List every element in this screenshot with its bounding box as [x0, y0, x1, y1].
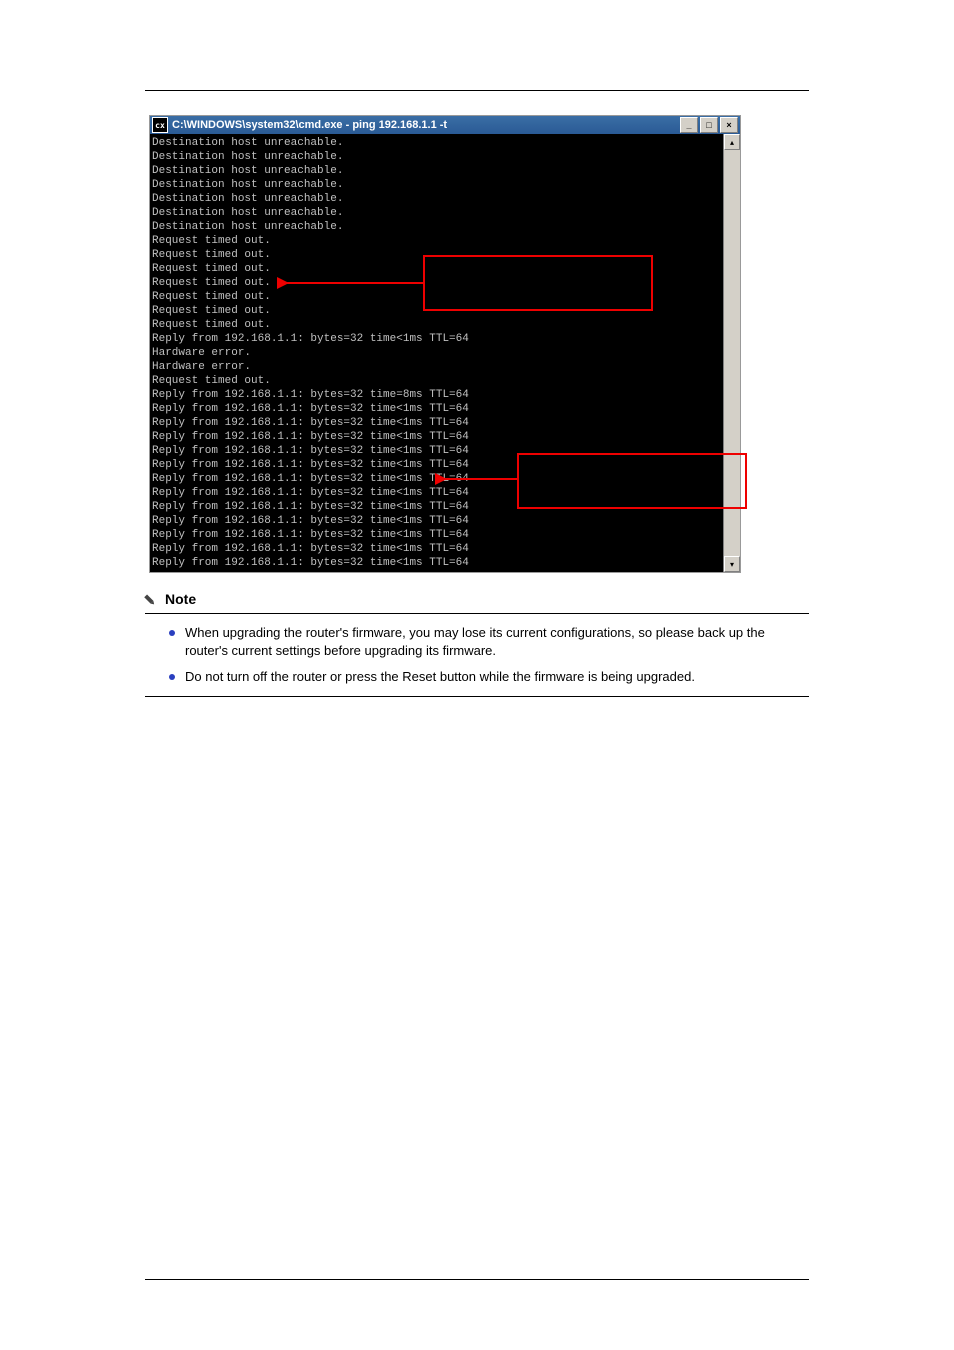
maximize-button[interactable]: □ — [700, 117, 718, 133]
pencil-icon — [142, 588, 162, 608]
window-title: C:\WINDOWS\system32\cmd.exe - ping 192.1… — [172, 119, 680, 131]
close-button[interactable]: × — [720, 117, 738, 133]
titlebar: cx C:\WINDOWS\system32\cmd.exe - ping 19… — [150, 116, 740, 134]
scroll-down-button[interactable]: ▾ — [724, 556, 740, 572]
note-top-rule — [145, 613, 809, 614]
note-bullet: When upgrading the router's firmware, yo… — [169, 624, 809, 660]
callout-box-rebooting — [423, 255, 653, 311]
note-bottom-rule — [145, 696, 809, 697]
note-bullet: Do not turn off the router or press the … — [169, 668, 809, 686]
scroll-up-button[interactable]: ▴ — [724, 134, 740, 150]
window-buttons: _ □ × — [680, 117, 738, 133]
note-bullet-list: When upgrading the router's firmware, yo… — [169, 624, 809, 686]
page-top-rule — [145, 90, 809, 91]
callout-box-finished — [517, 453, 747, 509]
minimize-button[interactable]: _ — [680, 117, 698, 133]
note-heading: Note — [165, 591, 196, 607]
footer-rule — [145, 1279, 809, 1280]
cmd-icon: cx — [152, 117, 168, 133]
